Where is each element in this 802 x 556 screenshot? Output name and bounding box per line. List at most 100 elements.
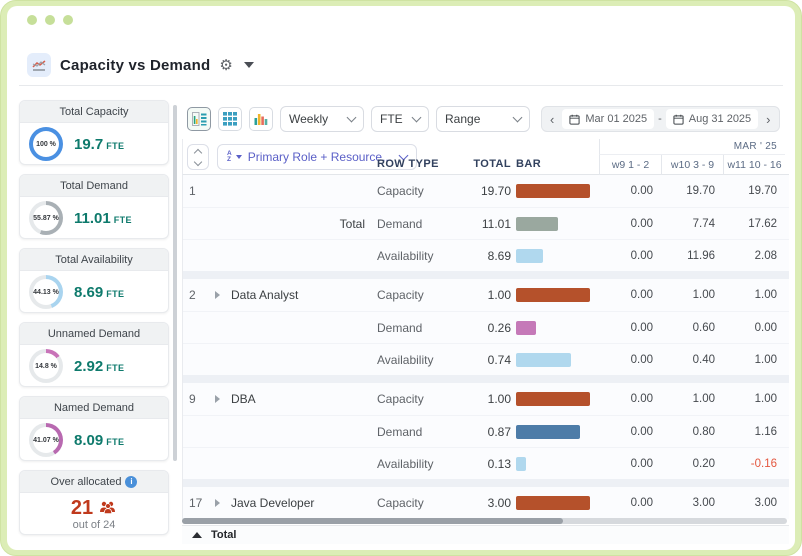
total-value: 1.00	[487, 288, 511, 302]
stats-sidebar: Total Capacity 100 % 19.7 FTE Total Deman…	[19, 100, 169, 544]
total-value: 0.74	[487, 352, 511, 367]
week-value: 0.00	[630, 497, 653, 509]
bar-cell	[511, 320, 599, 335]
week-value: 3.00	[754, 497, 777, 509]
group-data-analyst: 2 Data Analyst Capacity 1.00 0.00 1.00 1…	[183, 279, 789, 375]
week-value: 7.74	[692, 217, 715, 230]
availability-donut: 44.13 %	[29, 275, 63, 309]
capacity-donut: 100 %	[29, 127, 63, 161]
collapse-icon	[192, 532, 202, 538]
week-value: 0.00	[754, 321, 777, 334]
overallocated-count: 21	[70, 496, 94, 519]
bar-cell	[511, 216, 599, 231]
total-availability-card: Total Availability 44.13 % 8.69 FTE	[19, 248, 169, 313]
expand-icon[interactable]	[215, 499, 220, 507]
card-title: Named Demand	[20, 397, 168, 419]
row-type: Demand	[377, 216, 423, 231]
window-dot-icon[interactable]	[63, 15, 73, 25]
window-dot-icon[interactable]	[45, 15, 55, 25]
group-java-developer: 17 Java Developer Capacity 3.00 0.00 3.0…	[183, 487, 789, 519]
total-value: 0.87	[487, 424, 511, 439]
availability-bar	[516, 352, 571, 367]
bar-cell	[511, 424, 599, 439]
window-controls	[27, 15, 73, 25]
end-date-field[interactable]: Aug 31 2025	[665, 109, 759, 129]
table-body: 1 Capacity 19.70 0.00 19.70 19.70 Total …	[182, 175, 789, 519]
group-dba: 9 DBA Capacity 1.00 0.00 1.00 1.00 Deman…	[183, 383, 789, 479]
week-value: 0.80	[692, 425, 715, 438]
bar-cell	[511, 392, 599, 406]
table-row: 2 Data Analyst Capacity 1.00 0.00 1.00 1…	[183, 279, 789, 311]
bar-cell	[511, 496, 599, 510]
donut-percent: 41.07 %	[33, 436, 59, 444]
footer-total-label: Total	[211, 529, 237, 541]
row-type: Availability	[377, 248, 434, 263]
chevron-down-icon	[411, 112, 422, 123]
week-value: 19.70	[748, 185, 777, 197]
week-value: 1.16	[754, 425, 777, 438]
column-header-bar: BAR	[516, 158, 542, 170]
total-demand-card: Total Demand 55.87 % 11.01 FTE	[19, 174, 169, 239]
table-row: 17 Java Developer Capacity 3.00 0.00 3.0…	[183, 487, 789, 519]
row-type: Demand	[377, 320, 423, 335]
group-total: 1 Capacity 19.70 0.00 19.70 19.70 Total …	[183, 175, 789, 271]
demand-value: 11.01 FTE	[74, 209, 132, 227]
prev-period-button[interactable]: ‹	[546, 113, 558, 126]
demand-bar	[516, 320, 536, 335]
capacity-value: 19.7 FTE	[74, 135, 125, 153]
horizontal-scrollbar[interactable]	[182, 518, 787, 524]
bar-chart-view-button[interactable]	[249, 107, 273, 131]
split-view-button[interactable]	[187, 107, 211, 131]
week-value: 0.20	[692, 457, 715, 470]
unnamed-demand-donut: 14.8 %	[29, 349, 63, 383]
info-icon[interactable]: i	[125, 475, 138, 488]
total-value: 1.00	[487, 392, 511, 406]
expand-icon[interactable]	[215, 395, 220, 403]
period-select[interactable]: Weekly	[280, 106, 364, 132]
next-period-button[interactable]: ›	[762, 113, 774, 126]
week-value: 0.60	[692, 321, 715, 334]
window-dot-icon[interactable]	[27, 15, 37, 25]
named-demand-card: Named Demand 41.07 % 8.09 FTE	[19, 396, 169, 461]
expand-icon[interactable]	[215, 291, 220, 299]
week-value: 0.00	[630, 393, 653, 405]
named-demand-donut: 41.07 %	[29, 423, 63, 457]
table-row: Availability 8.69 0.00 11.96 2.08	[183, 239, 789, 271]
capacity-bar	[516, 288, 590, 302]
week-value: 1.00	[754, 393, 777, 405]
page-header: Capacity vs Demand ⚙	[27, 53, 254, 77]
week-value: 0.40	[692, 353, 715, 366]
start-date-field[interactable]: Mar 01 2025	[562, 109, 655, 129]
range-select[interactable]: Range	[436, 106, 530, 132]
row-type: Availability	[377, 456, 434, 471]
row-index: 17	[189, 496, 203, 510]
week-value: 1.00	[754, 289, 777, 301]
capacity-bar	[516, 184, 590, 198]
gear-icon[interactable]: ⚙	[219, 56, 232, 74]
demand-bar	[516, 424, 580, 439]
group-name: DBA	[231, 392, 256, 406]
row-type: Capacity	[377, 288, 424, 302]
capacity-chart-icon	[27, 53, 51, 77]
card-title: Total Capacity	[20, 101, 168, 123]
sidebar-scrollbar[interactable]	[173, 105, 177, 461]
card-title: Unnamed Demand	[20, 323, 168, 345]
week-columns-header: MAR ' 25 w9 1 - 2 w10 3 - 9 w11 10 - 16	[599, 139, 785, 175]
capacity-bar	[516, 392, 590, 406]
week-value: 0.00	[630, 185, 653, 197]
demand-bar	[516, 216, 558, 231]
page-title: Capacity vs Demand	[60, 56, 211, 74]
scrollbar-thumb[interactable]	[182, 518, 564, 524]
table-row: 9 DBA Capacity 1.00 0.00 1.00 1.00	[183, 383, 789, 415]
table-footer-total[interactable]: Total	[182, 525, 789, 544]
row-index: 1	[189, 184, 196, 198]
unit-select[interactable]: FTE	[371, 106, 429, 132]
total-value: 11.01	[481, 216, 511, 231]
chevron-down-icon[interactable]	[243, 62, 254, 68]
grid-view-button[interactable]	[218, 107, 242, 131]
date-separator: -	[658, 113, 662, 125]
week-value: -0.16	[750, 457, 777, 470]
row-type: Capacity	[377, 184, 424, 198]
donut-percent: 100 %	[36, 140, 56, 148]
group-name: Java Developer	[231, 496, 315, 510]
